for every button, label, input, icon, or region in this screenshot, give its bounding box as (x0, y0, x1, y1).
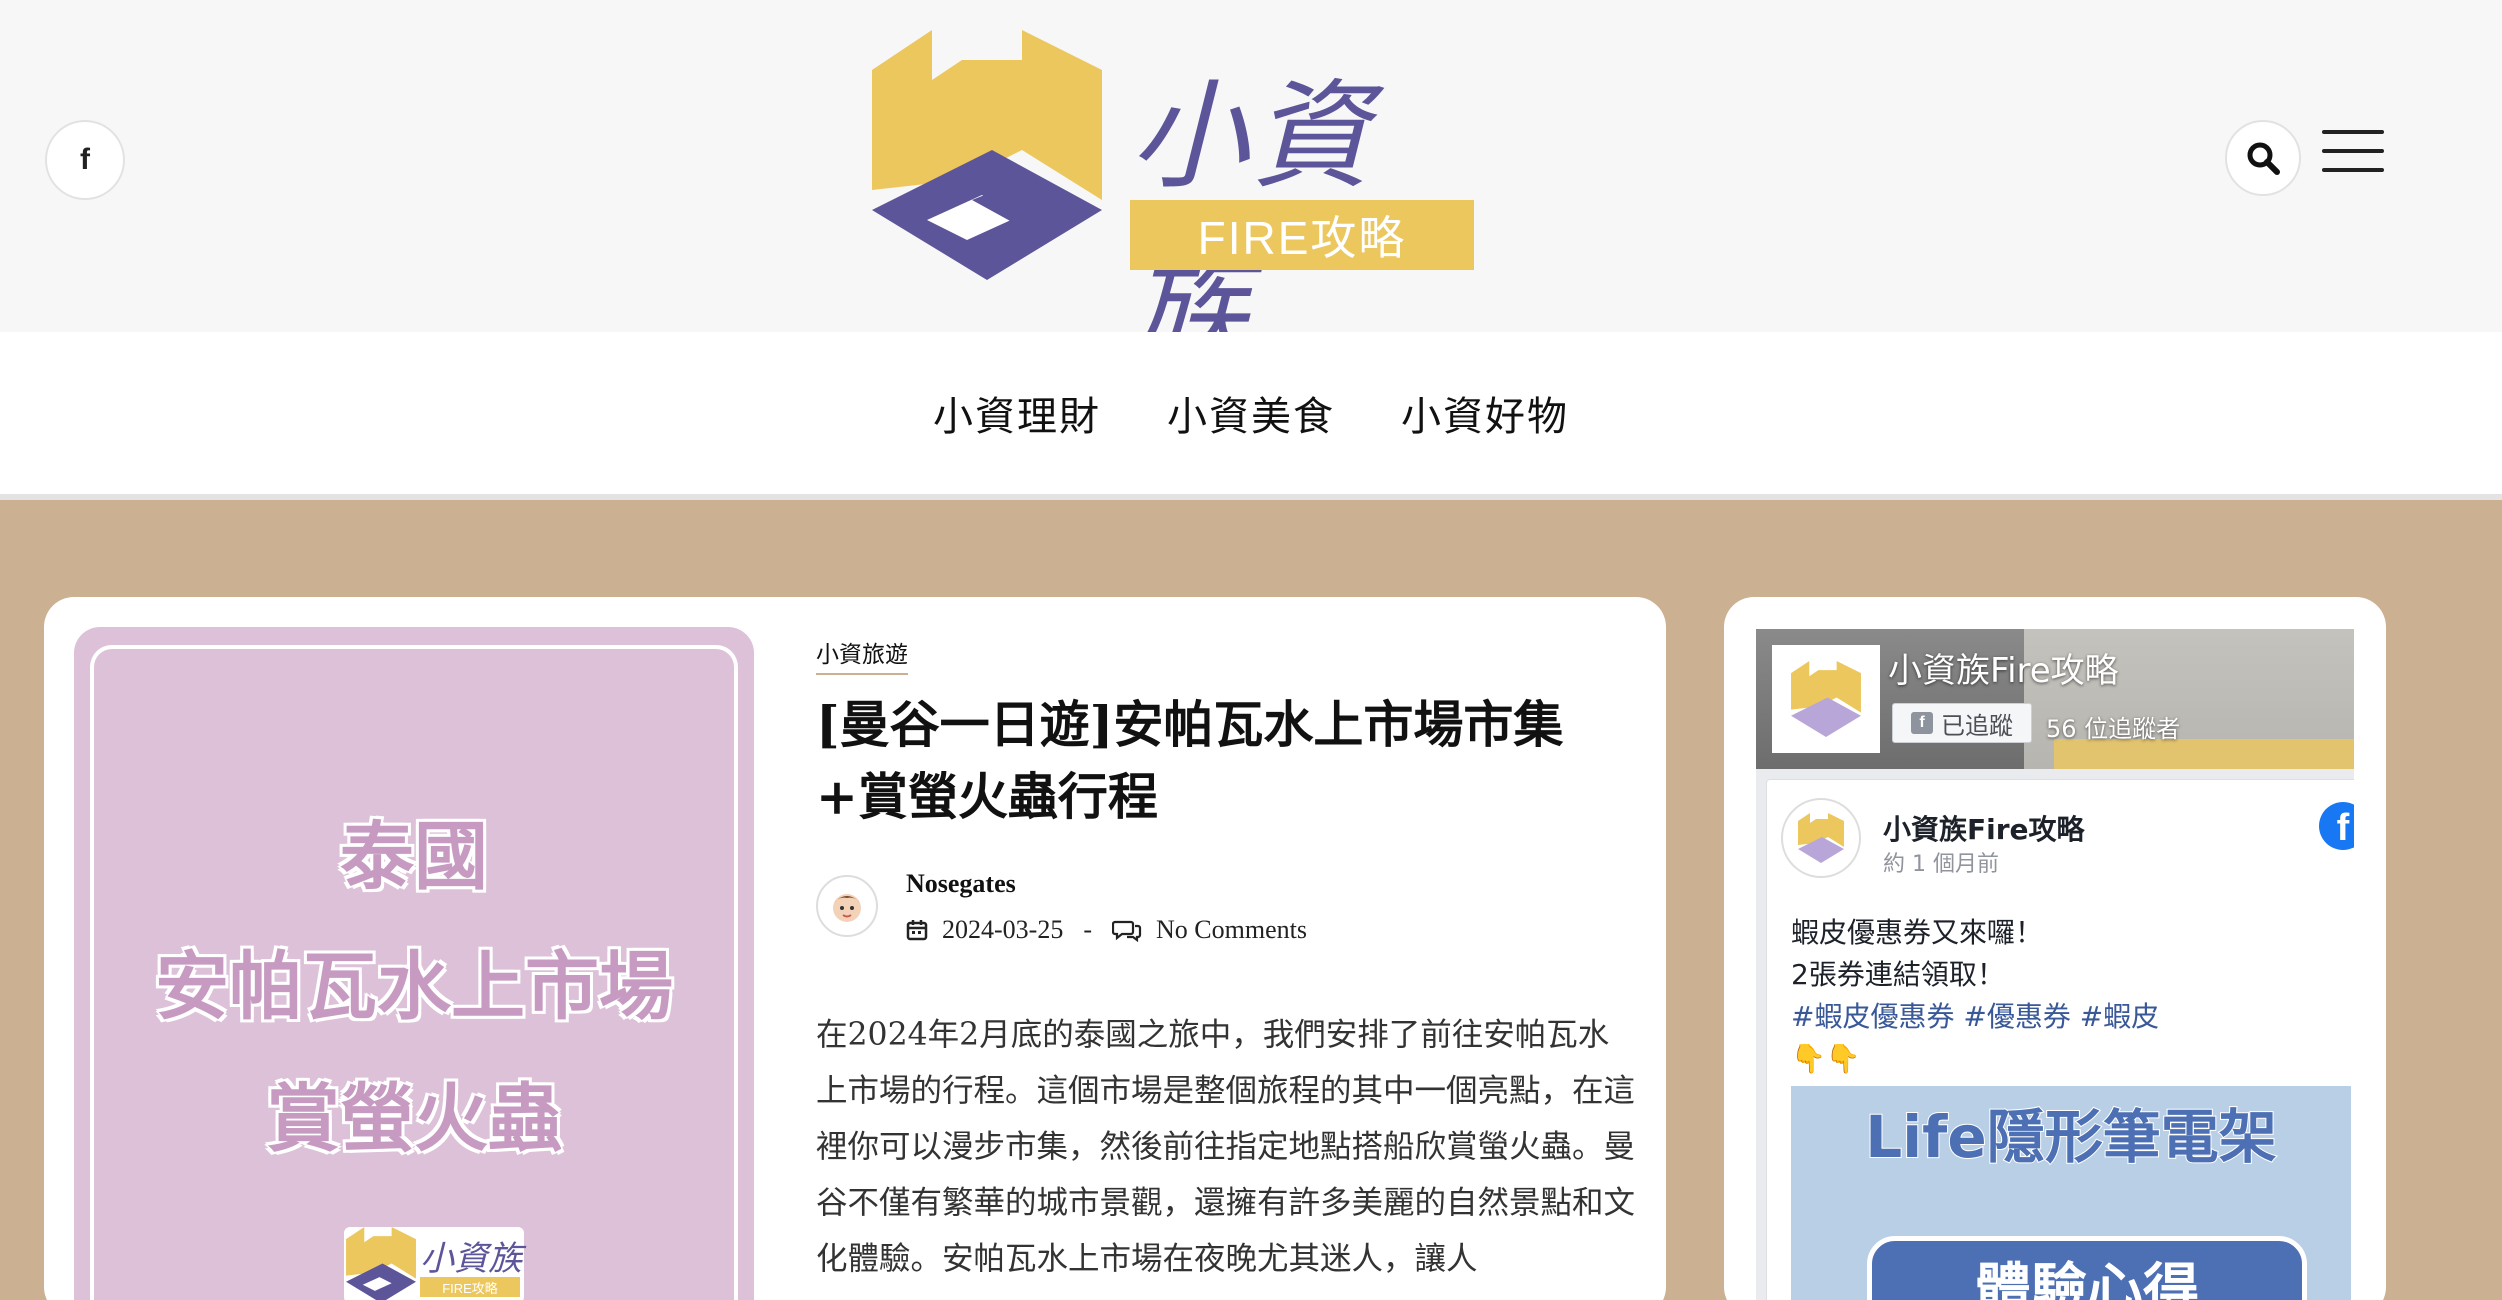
post-card: 泰國 安帕瓦水上市場 賞螢火蟲 小資族 FIRE攻略 小資旅遊 [曼谷一日遊]安… (44, 597, 1666, 1300)
author-name-link[interactable]: Nosegates (906, 869, 1016, 899)
fb-post-emoji: 👇👇 (1791, 1042, 1861, 1075)
thumbnail-logo-tagline: FIRE攻略 (420, 1277, 520, 1297)
logo-mark-icon (1791, 661, 1861, 737)
fb-post-avatar[interactable] (1781, 798, 1861, 878)
facebook-icon: f (80, 143, 90, 176)
hamburger-menu-icon[interactable] (2322, 130, 2384, 172)
logo-mark-icon (872, 30, 1102, 280)
fb-image-badge: 體驗心得 (1867, 1236, 2307, 1300)
fb-follow-button[interactable]: f 已追蹤 (1892, 703, 2032, 743)
sidebar-card: 小資族Fire攻略 f 已追蹤 56 位追蹤者 小資族Fire攻略 約 1 個月… (1724, 597, 2386, 1300)
post-date[interactable]: 2024-03-25 (942, 915, 1063, 945)
facebook-icon: f (1911, 712, 1933, 734)
post-meta: 2024-03-25 - No Comments (906, 915, 1307, 945)
post-excerpt: 在2024年2月底的泰國之旅中，我們安排了前往安帕瓦水上市場的行程。這個市場是整… (816, 1017, 1636, 1277)
comments-icon (1112, 920, 1142, 942)
thumbnail-text-line1: 泰國 (339, 813, 490, 902)
fb-post-image[interactable]: Life隱形筆電架 體驗心得 (1791, 1086, 2351, 1300)
logo-mark-icon (1798, 813, 1844, 863)
nav-item-goods[interactable]: 小資好物 (1401, 384, 1569, 442)
menu-line (2322, 149, 2384, 153)
logo-mark-icon (346, 1227, 416, 1300)
menu-line (2322, 168, 2384, 172)
thumbnail-text-line2: 安帕瓦水上市場 (154, 943, 675, 1032)
nav-item-food[interactable]: 小資美食 (1167, 384, 1335, 442)
meta-separator: - (1083, 915, 1092, 944)
fb-cover-photo[interactable]: 小資族Fire攻略 f 已追蹤 56 位追蹤者 (1756, 629, 2354, 769)
comments-link[interactable]: No Comments (1156, 915, 1307, 945)
site-logo[interactable]: 小資族 FIRE攻略 (872, 30, 1482, 376)
fb-post-line2: 2張券連結領取！ (1791, 958, 2005, 991)
thumbnail-logo-name: 小資族 (420, 1239, 522, 1279)
post-category-link[interactable]: 小資旅遊 (816, 635, 908, 675)
fb-post-author[interactable]: 小資族Fire攻略 (1883, 808, 2085, 848)
fb-post-text: 蝦皮優惠券又來囉！ 2張券連結領取！ #蝦皮優惠券 #優惠券 #蝦皮 👇👇 (1791, 912, 2351, 1080)
fb-page-name[interactable]: 小資族Fire攻略 (1888, 643, 2119, 692)
facebook-logo-icon[interactable]: f (2319, 802, 2354, 850)
site-header: f 小資族 FIRE攻略 (0, 0, 2502, 376)
fb-page-avatar[interactable] (1772, 645, 1880, 753)
facebook-link-button[interactable]: f (45, 120, 125, 200)
fb-followers-count: 56 位追蹤者 (2046, 715, 2181, 743)
nav-item-finance[interactable]: 小資理財 (933, 384, 1101, 442)
fb-post-hashtags[interactable]: #蝦皮優惠券 #優惠券 #蝦皮 (1791, 996, 2351, 1038)
fb-post: 小資族Fire攻略 約 1 個月前 f 蝦皮優惠券又來囉！ 2張券連結領取！ #… (1766, 779, 2354, 1300)
logo-tagline: FIRE攻略 (1130, 200, 1474, 270)
fb-image-title: Life隱形筆電架 (1864, 1102, 2277, 1172)
thumbnail-logo: 小資族 FIRE攻略 (344, 1227, 524, 1300)
avatar-face-icon (833, 894, 861, 922)
main-nav: 小資理財 小資美食 小資好物 (0, 332, 2502, 500)
facebook-page-widget: 小資族Fire攻略 f 已追蹤 56 位追蹤者 小資族Fire攻略 約 1 個月… (1756, 629, 2354, 1300)
post-thumbnail[interactable]: 泰國 安帕瓦水上市場 賞螢火蟲 小資族 FIRE攻略 (74, 627, 754, 1300)
menu-line (2322, 130, 2384, 134)
calendar-icon (906, 920, 928, 941)
post-title[interactable]: [曼谷一日遊]安帕瓦水上市場市集+賞螢火蟲行程 (816, 689, 1636, 833)
thumbnail-text-line3: 賞螢火蟲 (265, 1075, 564, 1164)
author-avatar[interactable] (816, 875, 878, 937)
search-button[interactable] (2225, 120, 2301, 196)
fb-post-line1: 蝦皮優惠券又來囉！ (1791, 916, 2044, 949)
search-icon (2247, 142, 2280, 175)
fb-follow-label: 已追蹤 (1941, 711, 2013, 740)
fb-post-time[interactable]: 約 1 個月前 (1883, 846, 1999, 878)
